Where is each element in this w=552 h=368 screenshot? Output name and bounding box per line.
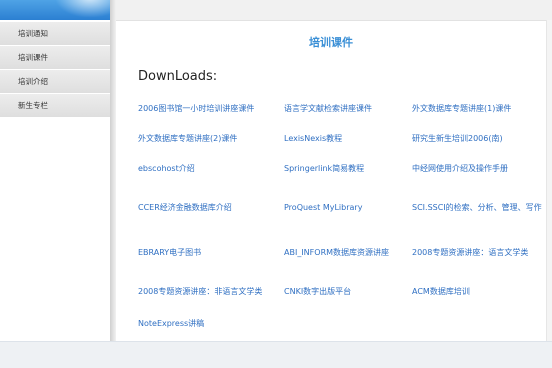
logo-swirl-graphic bbox=[55, 0, 110, 18]
right-edge-strip bbox=[546, 20, 552, 341]
download-link[interactable]: 2006图书馆一小时培训讲座课件 bbox=[138, 93, 284, 124]
logo-banner bbox=[0, 0, 110, 20]
download-link[interactable]: ACM数据库培训 bbox=[412, 274, 548, 309]
sidebar-item-training-intro[interactable]: 培训介绍 bbox=[0, 70, 110, 94]
top-strip bbox=[116, 0, 552, 21]
download-link[interactable]: EBRARY电子图书 bbox=[138, 231, 284, 274]
sidebar-item-training-courseware[interactable]: 培训课件 bbox=[0, 46, 110, 70]
download-link[interactable]: Springerlink简易教程 bbox=[284, 154, 412, 184]
sidebar-item-freshman-column[interactable]: 新生专栏 bbox=[0, 94, 110, 118]
downloads-heading: DownLoads: bbox=[138, 69, 218, 84]
download-link[interactable]: NoteExpress讲稿 bbox=[138, 309, 284, 339]
download-link[interactable]: 研究生新生培训2006(南) bbox=[412, 124, 548, 154]
download-link[interactable]: ABI_INFORM数据库资源讲座 bbox=[284, 231, 412, 274]
left-column: 培训通知 培训课件 培训介绍 新生专栏 bbox=[0, 0, 110, 341]
download-link[interactable]: 2008专题资源讲座：非语言文学类 bbox=[138, 274, 284, 309]
download-link[interactable]: 外文数据库专题讲座(2)课件 bbox=[138, 124, 284, 154]
download-link[interactable]: 语言学文献检索讲座课件 bbox=[284, 93, 412, 124]
download-link[interactable]: ebscohost介绍 bbox=[138, 154, 284, 184]
download-link[interactable]: 中经网使用介绍及操作手册 bbox=[412, 154, 548, 184]
sidebar-menu: 培训通知 培训课件 培训介绍 新生专栏 bbox=[0, 22, 110, 118]
download-link[interactable]: CNKI数字出版平台 bbox=[284, 274, 412, 309]
download-link[interactable]: 2008专题资源讲座：语言文学类 bbox=[412, 231, 548, 274]
page-title: 培训课件 bbox=[309, 36, 353, 49]
bottom-bar bbox=[0, 341, 552, 368]
sidebar-item-training-notice[interactable]: 培训通知 bbox=[0, 22, 110, 46]
download-link[interactable]: CCER经济金融数据库介绍 bbox=[138, 184, 284, 231]
download-link[interactable]: SCI.SSCI的检索、分析、管理、写作 bbox=[412, 184, 548, 231]
download-link[interactable]: ProQuest MyLibrary bbox=[284, 184, 412, 231]
download-link[interactable]: 外文数据库专题讲座(1)课件 bbox=[412, 93, 548, 124]
downloads-link-grid: 2006图书馆一小时培训讲座课件 语言学文献检索讲座课件 外文数据库专题讲座(1… bbox=[138, 93, 548, 339]
download-link[interactable]: LexisNexis教程 bbox=[284, 124, 412, 154]
main-content: 培训课件 DownLoads: 2006图书馆一小时培训讲座课件 语言学文献检索… bbox=[116, 21, 546, 341]
